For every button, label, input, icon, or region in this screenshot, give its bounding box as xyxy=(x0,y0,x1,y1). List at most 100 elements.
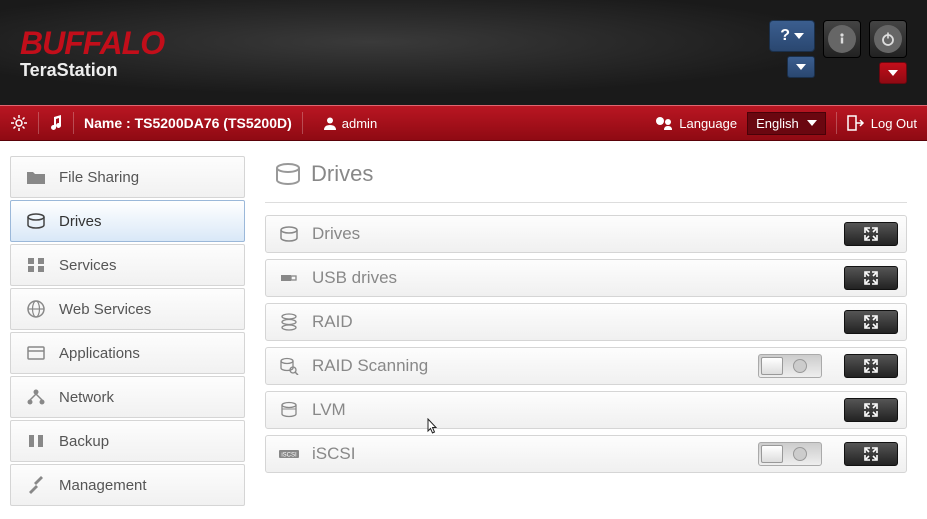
chevron-down-icon xyxy=(888,70,898,76)
language-label: Language xyxy=(679,116,737,131)
logout-icon xyxy=(847,115,865,131)
expand-icon xyxy=(864,271,878,285)
help-button[interactable]: ? xyxy=(769,20,815,52)
sidebar-item-management[interactable]: Management xyxy=(10,464,245,506)
backup-icon xyxy=(25,432,47,450)
toggle-switch[interactable] xyxy=(758,354,822,378)
power-icon xyxy=(874,25,902,53)
row-label: LVM xyxy=(312,400,822,420)
row-iscsi: iSCSI iSCSI xyxy=(265,435,907,473)
brand-product: TeraStation xyxy=(20,60,164,81)
expand-icon xyxy=(864,403,878,417)
sidebar-item-web-services[interactable]: Web Services xyxy=(10,288,245,330)
sidebar-item-label: Backup xyxy=(59,433,109,450)
chevron-down-icon xyxy=(794,33,804,39)
row-icon xyxy=(278,226,300,242)
row-lvm: LVM xyxy=(265,391,907,429)
tools-icon xyxy=(25,475,47,495)
expand-button[interactable] xyxy=(844,398,898,422)
sidebar-item-services[interactable]: Services xyxy=(10,244,245,286)
name-value: TS5200DA76 (TS5200D) xyxy=(135,115,292,131)
sidebar-item-backup[interactable]: Backup xyxy=(10,420,245,462)
expand-icon xyxy=(864,447,878,461)
expand-button[interactable] xyxy=(844,222,898,246)
toggle-indicator xyxy=(793,447,807,461)
expand-button[interactable] xyxy=(844,310,898,334)
divider xyxy=(836,112,837,134)
expand-button[interactable] xyxy=(844,266,898,290)
row-raid-scanning: RAID Scanning xyxy=(265,347,907,385)
sidebar-item-label: Drives xyxy=(59,213,102,230)
main-content: Drives Drives USB drives RAID RAID Scanning… xyxy=(265,156,917,519)
sidebar-item-applications[interactable]: Applications xyxy=(10,332,245,374)
music-icon[interactable] xyxy=(49,115,63,131)
language-value: English xyxy=(756,116,799,131)
sidebar-item-drives[interactable]: Drives xyxy=(10,200,245,242)
row-label: iSCSI xyxy=(312,444,746,464)
drive-icon xyxy=(25,213,47,229)
row-icon xyxy=(278,313,300,331)
user-icon xyxy=(323,116,337,130)
folder-icon xyxy=(25,169,47,185)
services-icon xyxy=(25,256,47,274)
sidebar-item-label: Network xyxy=(59,389,114,406)
language-select[interactable]: English xyxy=(747,112,826,135)
row-label: Drives xyxy=(312,224,822,244)
power-dropdown[interactable] xyxy=(879,62,907,84)
status-bar-right: Language English Log Out xyxy=(655,112,917,135)
logout-button[interactable]: Log Out xyxy=(847,115,917,131)
gear-icon[interactable] xyxy=(10,114,28,132)
drive-icon xyxy=(275,163,301,185)
network-icon xyxy=(25,388,47,406)
row-icon xyxy=(278,270,300,286)
sidebar-item-network[interactable]: Network xyxy=(10,376,245,418)
expand-icon xyxy=(864,315,878,329)
power-button[interactable] xyxy=(869,20,907,58)
info-icon xyxy=(828,25,856,53)
language-block: Language xyxy=(655,116,737,131)
sidebar-item-label: File Sharing xyxy=(59,169,139,186)
row-icon: iSCSI xyxy=(278,447,300,461)
page-title: Drives xyxy=(265,156,907,203)
globe-icon xyxy=(25,299,47,319)
sidebar-item-label: Management xyxy=(59,477,147,494)
toggle-knob xyxy=(761,357,783,375)
divider xyxy=(38,112,39,134)
sidebar-item-file-sharing[interactable]: File Sharing xyxy=(10,156,245,198)
brand-logo: BUFFALO xyxy=(20,25,164,62)
sidebar-item-label: Applications xyxy=(59,345,140,362)
body-area: File Sharing Drives Services Web Service… xyxy=(0,141,927,519)
row-label: RAID Scanning xyxy=(312,356,746,376)
row-label: USB drives xyxy=(312,268,822,288)
row-icon xyxy=(278,401,300,419)
row-drives: Drives xyxy=(265,215,907,253)
info-group xyxy=(823,20,861,84)
language-icon xyxy=(655,116,673,130)
page-title-text: Drives xyxy=(311,161,373,187)
brand-block: BUFFALO TeraStation xyxy=(20,25,164,81)
help-icon: ? xyxy=(780,27,790,45)
expand-button[interactable] xyxy=(844,442,898,466)
expand-button[interactable] xyxy=(844,354,898,378)
help-dropdown[interactable] xyxy=(787,56,815,78)
svg-text:iSCSI: iSCSI xyxy=(281,453,297,459)
toggle-switch[interactable] xyxy=(758,442,822,466)
username: admin xyxy=(342,116,377,131)
divider xyxy=(73,112,74,134)
row-label: RAID xyxy=(312,312,822,332)
rows-list: Drives USB drives RAID RAID Scanning LVM iSCS… xyxy=(265,215,907,473)
header-right: ? xyxy=(769,20,907,84)
top-header: BUFFALO TeraStation ? xyxy=(0,0,927,105)
divider xyxy=(302,112,303,134)
sidebar-item-label: Web Services xyxy=(59,301,151,318)
help-group: ? xyxy=(769,20,815,84)
user-block[interactable]: admin xyxy=(323,116,377,131)
info-button[interactable] xyxy=(823,20,861,58)
expand-icon xyxy=(864,359,878,373)
device-name-label: Name : TS5200DA76 (TS5200D) xyxy=(84,115,292,131)
row-icon xyxy=(278,357,300,375)
applications-icon xyxy=(25,344,47,362)
row-raid: RAID xyxy=(265,303,907,341)
sidebar-item-label: Services xyxy=(59,257,117,274)
chevron-down-icon xyxy=(807,120,817,126)
